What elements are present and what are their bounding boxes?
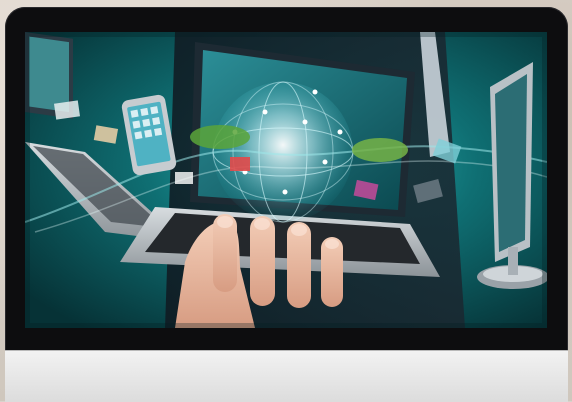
monitor-screen bbox=[25, 32, 547, 328]
network-globe bbox=[212, 81, 354, 223]
monitor-chin bbox=[5, 350, 568, 402]
foliage-left bbox=[190, 125, 250, 149]
foliage-right bbox=[352, 138, 408, 162]
tech-collage-illustration bbox=[25, 32, 547, 328]
